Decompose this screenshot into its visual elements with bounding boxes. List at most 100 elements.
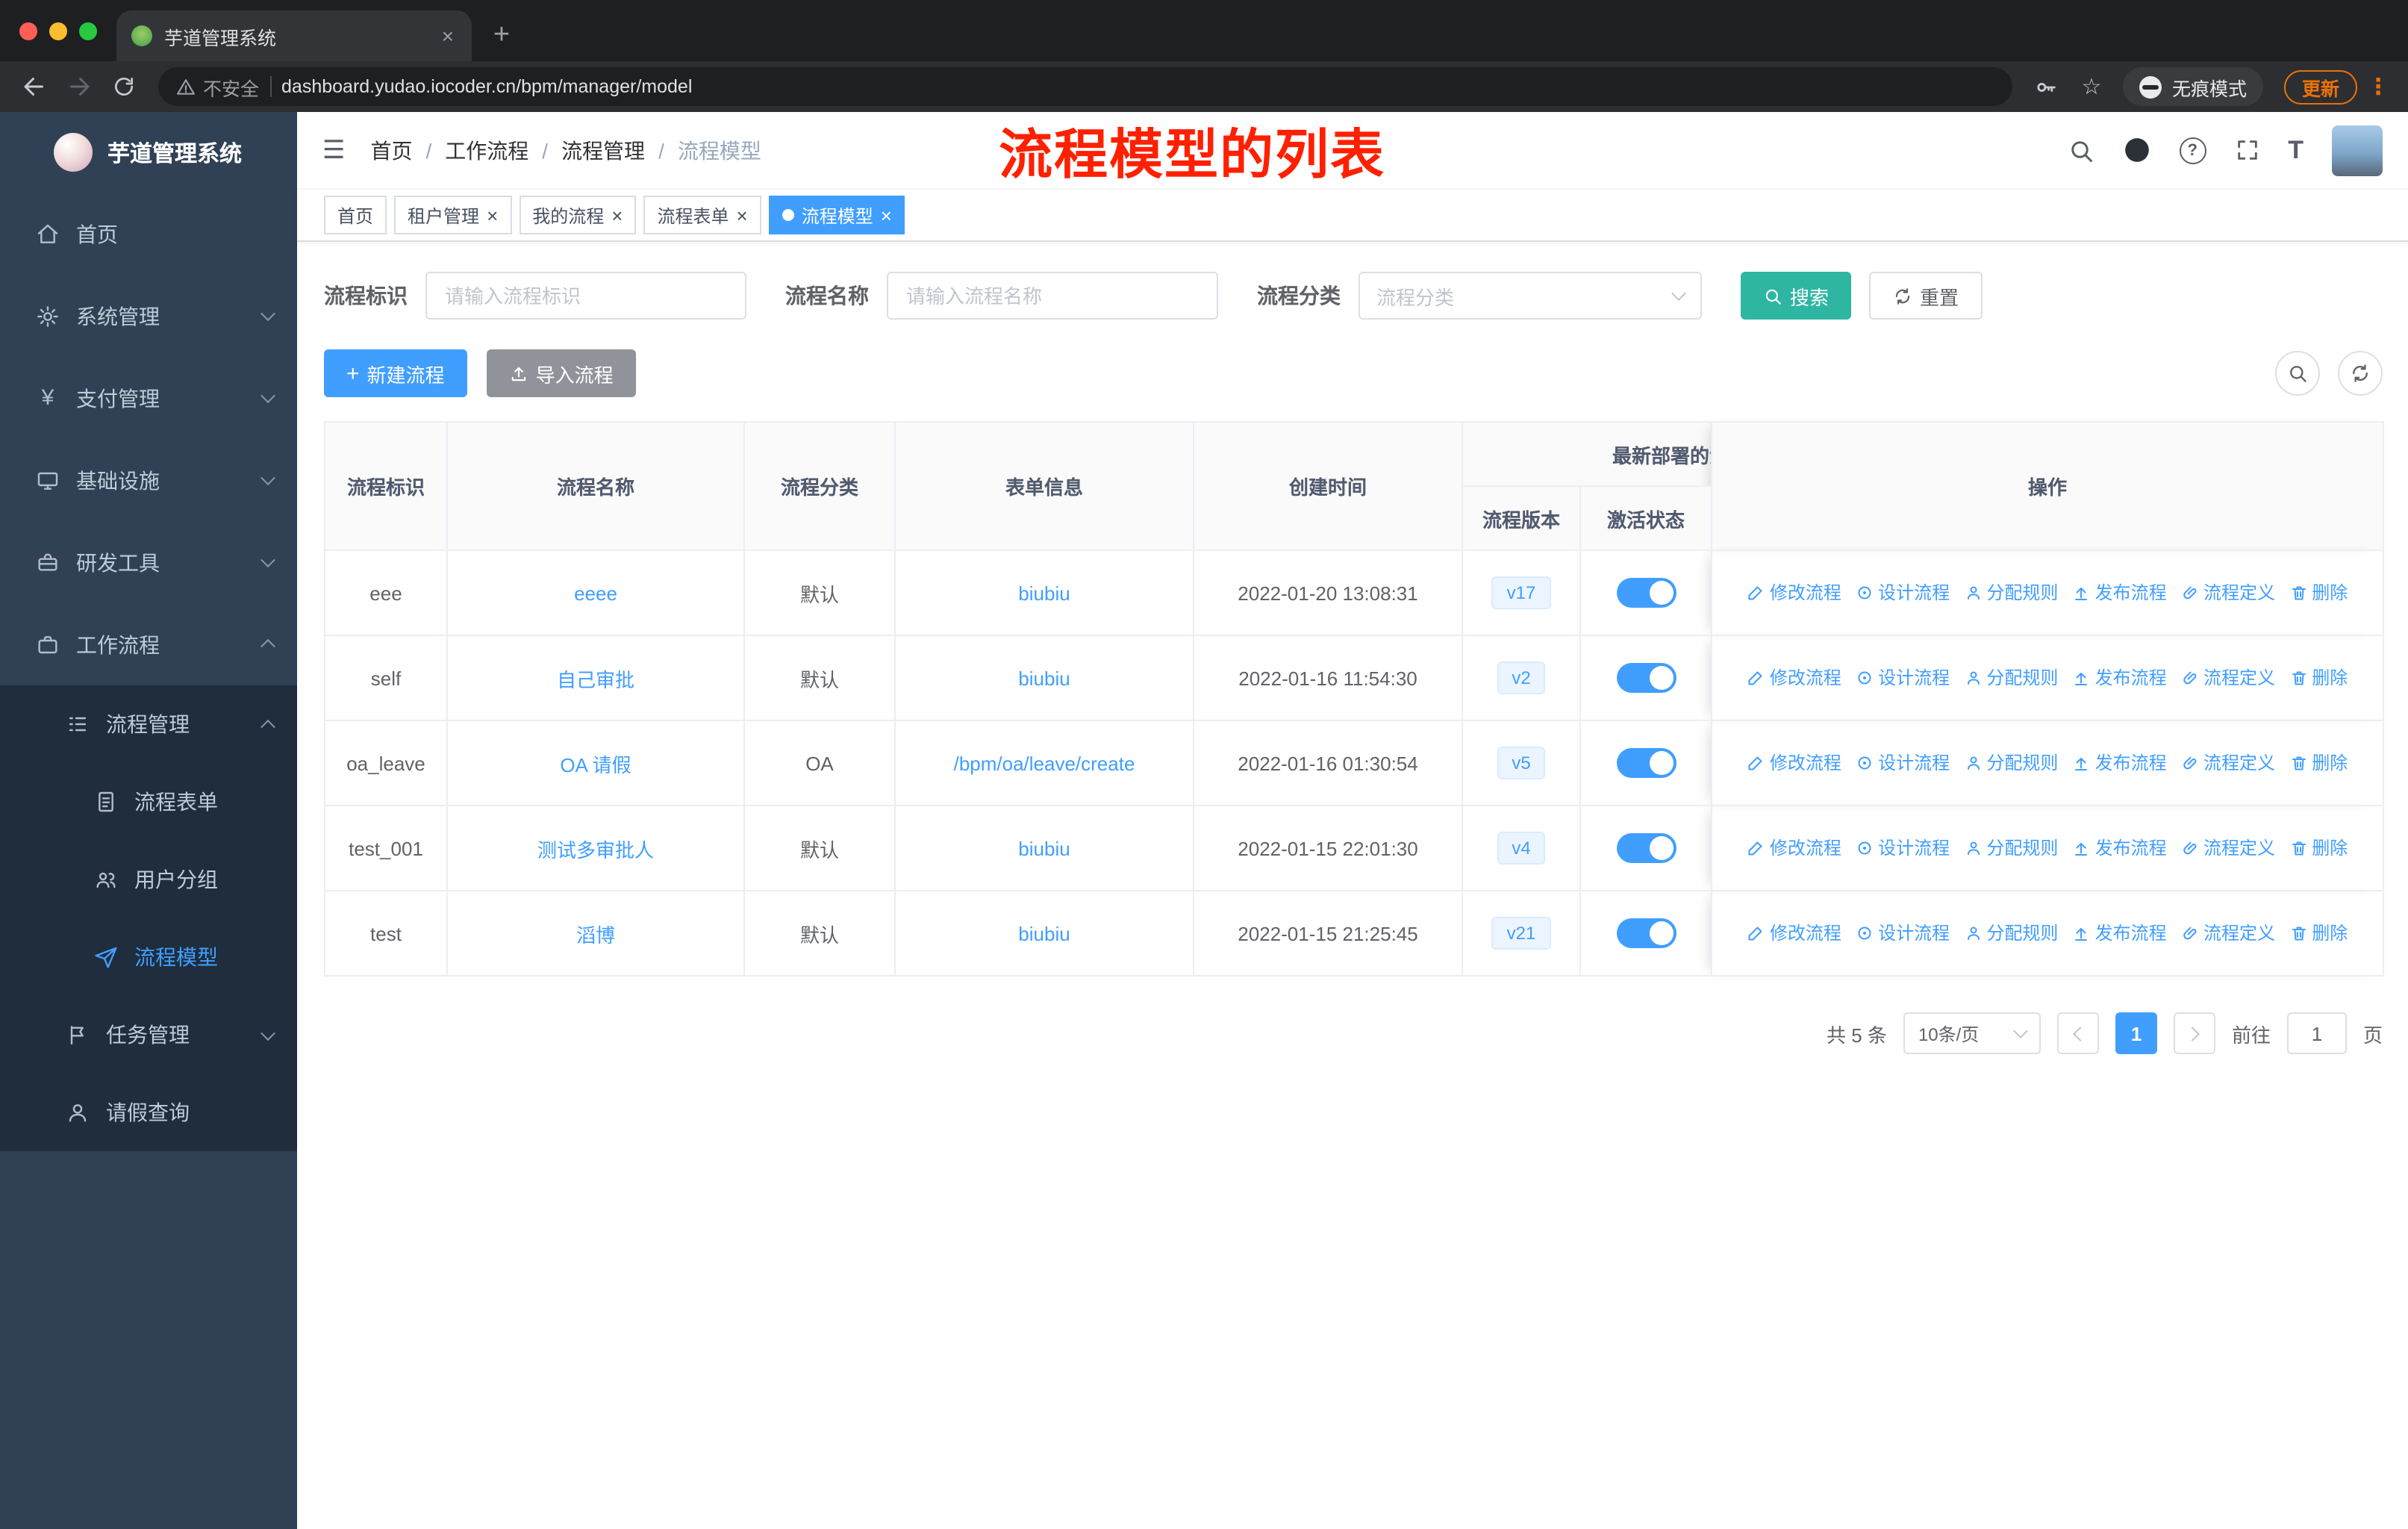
edit-process-link[interactable]: 修改流程 <box>1747 835 1841 861</box>
publish-process-link[interactable]: 发布流程 <box>2073 750 2167 776</box>
process-name-link[interactable]: 滔博 <box>576 924 615 946</box>
tag-my-process[interactable]: 我的流程 × <box>519 196 637 234</box>
sidebar-item-leave-query[interactable]: 请假查询 <box>0 1074 297 1151</box>
category-select[interactable]: 流程分类 <box>1359 272 1702 320</box>
reset-button[interactable]: 重置 <box>1869 272 1983 320</box>
active-toggle[interactable] <box>1616 918 1676 948</box>
sidebar-item-payment[interactable]: ¥ 支付管理 <box>0 357 297 439</box>
close-icon[interactable]: × <box>737 205 748 225</box>
create-process-button[interactable]: + 新建流程 <box>324 349 467 397</box>
header-search-button[interactable] <box>2067 137 2094 164</box>
sidebar-item-user-group[interactable]: 用户分组 <box>0 841 297 918</box>
import-process-button[interactable]: 导入流程 <box>486 349 636 397</box>
process-definition-link[interactable]: 流程定义 <box>2181 665 2275 691</box>
form-info-link[interactable]: biubiu <box>1018 837 1070 859</box>
publish-process-link[interactable]: 发布流程 <box>2073 665 2167 691</box>
form-info-link[interactable]: /bpm/oa/leave/create <box>954 752 1135 774</box>
version-badge[interactable]: v17 <box>1491 576 1551 609</box>
delete-process-link[interactable]: 删除 <box>2289 835 2348 861</box>
process-name-link[interactable]: 自己审批 <box>557 668 634 691</box>
sidebar-item-process-form[interactable]: 流程表单 <box>0 763 297 841</box>
edit-process-link[interactable]: 修改流程 <box>1747 580 1841 605</box>
sidebar-item-devtools[interactable]: 研发工具 <box>0 521 297 603</box>
close-icon[interactable]: × <box>881 205 892 225</box>
breadcrumb-item[interactable]: 流程管理 <box>561 135 645 165</box>
goto-page-input[interactable] <box>2286 1012 2347 1054</box>
sidebar-collapse-icon[interactable]: ☰ <box>322 135 346 165</box>
tag-tenant[interactable]: 租户管理 × <box>394 196 512 234</box>
app-logo[interactable]: 芋道管理系统 <box>0 112 297 193</box>
edit-process-link[interactable]: 修改流程 <box>1747 921 1841 946</box>
forward-button[interactable] <box>60 67 99 106</box>
version-badge[interactable]: v4 <box>1497 832 1546 865</box>
sidebar-item-process-management[interactable]: 流程管理 <box>0 685 297 763</box>
design-process-link[interactable]: 设计流程 <box>1856 580 1950 605</box>
process-definition-link[interactable]: 流程定义 <box>2181 921 2275 946</box>
form-info-link[interactable]: biubiu <box>1018 667 1070 689</box>
assign-rule-link[interactable]: 分配规则 <box>1964 921 2058 946</box>
url-bar[interactable]: 不安全 dashboard.yudao.iocoder.cn/bpm/manag… <box>158 67 2012 106</box>
publish-process-link[interactable]: 发布流程 <box>2073 580 2167 605</box>
assign-rule-link[interactable]: 分配规则 <box>1964 835 2058 861</box>
process-name-link[interactable]: 测试多审批人 <box>537 838 654 861</box>
active-toggle[interactable] <box>1616 748 1676 778</box>
form-info-link[interactable]: biubiu <box>1018 582 1070 604</box>
refresh-table-button[interactable] <box>2338 351 2383 396</box>
next-page-button[interactable] <box>2173 1012 2215 1054</box>
close-icon[interactable]: × <box>487 205 498 225</box>
design-process-link[interactable]: 设计流程 <box>1856 665 1950 691</box>
help-button[interactable]: ? <box>2179 137 2206 164</box>
publish-process-link[interactable]: 发布流程 <box>2073 835 2167 861</box>
browser-update-button[interactable]: 更新 <box>2283 69 2357 104</box>
close-icon[interactable]: × <box>611 205 623 225</box>
delete-process-link[interactable]: 删除 <box>2289 921 2348 946</box>
back-button[interactable] <box>15 67 54 106</box>
sidebar-item-system[interactable]: 系统管理 <box>0 275 297 357</box>
password-key-button[interactable] <box>2027 67 2066 106</box>
delete-process-link[interactable]: 删除 <box>2289 665 2348 691</box>
maximize-window-button[interactable] <box>79 22 97 40</box>
new-tab-button[interactable]: + <box>481 15 523 57</box>
sidebar-item-home[interactable]: 首页 <box>0 193 297 275</box>
version-badge[interactable]: v21 <box>1491 917 1551 950</box>
tag-process-form[interactable]: 流程表单 × <box>643 196 761 234</box>
page-number-button[interactable]: 1 <box>2115 1012 2157 1054</box>
process-definition-link[interactable]: 流程定义 <box>2181 580 2275 605</box>
sidebar-item-task-management[interactable]: 任务管理 <box>0 996 297 1074</box>
sidebar-item-workflow[interactable]: 工作流程 <box>0 603 297 685</box>
tag-home[interactable]: 首页 <box>324 196 387 234</box>
browser-tab[interactable]: 芋道管理系统 × <box>116 10 472 61</box>
security-status[interactable]: 不安全 <box>176 72 259 101</box>
active-toggle[interactable] <box>1616 833 1676 863</box>
page-size-select[interactable]: 10条/页 <box>1903 1012 2041 1054</box>
design-process-link[interactable]: 设计流程 <box>1856 835 1950 861</box>
publish-process-link[interactable]: 发布流程 <box>2073 921 2167 946</box>
breadcrumb-item[interactable]: 工作流程 <box>445 135 528 165</box>
process-definition-link[interactable]: 流程定义 <box>2181 750 2275 776</box>
process-definition-link[interactable]: 流程定义 <box>2181 835 2275 861</box>
browser-menu-button[interactable]: ⋮ <box>2363 73 2393 100</box>
edit-process-link[interactable]: 修改流程 <box>1747 665 1841 691</box>
design-process-link[interactable]: 设计流程 <box>1856 921 1950 946</box>
user-avatar[interactable] <box>2332 125 2383 175</box>
design-process-link[interactable]: 设计流程 <box>1856 750 1950 776</box>
assign-rule-link[interactable]: 分配规则 <box>1964 750 2058 776</box>
prev-page-button[interactable] <box>2056 1012 2099 1054</box>
fullscreen-button[interactable] <box>2234 137 2259 163</box>
breadcrumb-item[interactable]: 首页 <box>371 135 413 165</box>
active-toggle[interactable] <box>1616 578 1676 608</box>
font-size-button[interactable]: T <box>2288 135 2303 165</box>
process-name-link[interactable]: OA 请假 <box>560 753 631 776</box>
process-name-input[interactable] <box>887 272 1218 320</box>
bookmark-button[interactable]: ☆ <box>2072 67 2111 106</box>
close-window-button[interactable] <box>19 22 37 40</box>
toggle-search-button[interactable] <box>2275 351 2320 396</box>
process-name-link[interactable]: eeee <box>574 582 617 604</box>
sidebar-item-process-model[interactable]: 流程模型 <box>0 918 297 996</box>
github-button[interactable] <box>2122 136 2150 164</box>
tab-close-icon[interactable]: × <box>439 24 457 48</box>
assign-rule-link[interactable]: 分配规则 <box>1964 665 2058 691</box>
edit-process-link[interactable]: 修改流程 <box>1747 750 1841 776</box>
delete-process-link[interactable]: 删除 <box>2289 580 2348 605</box>
version-badge[interactable]: v2 <box>1497 661 1546 694</box>
